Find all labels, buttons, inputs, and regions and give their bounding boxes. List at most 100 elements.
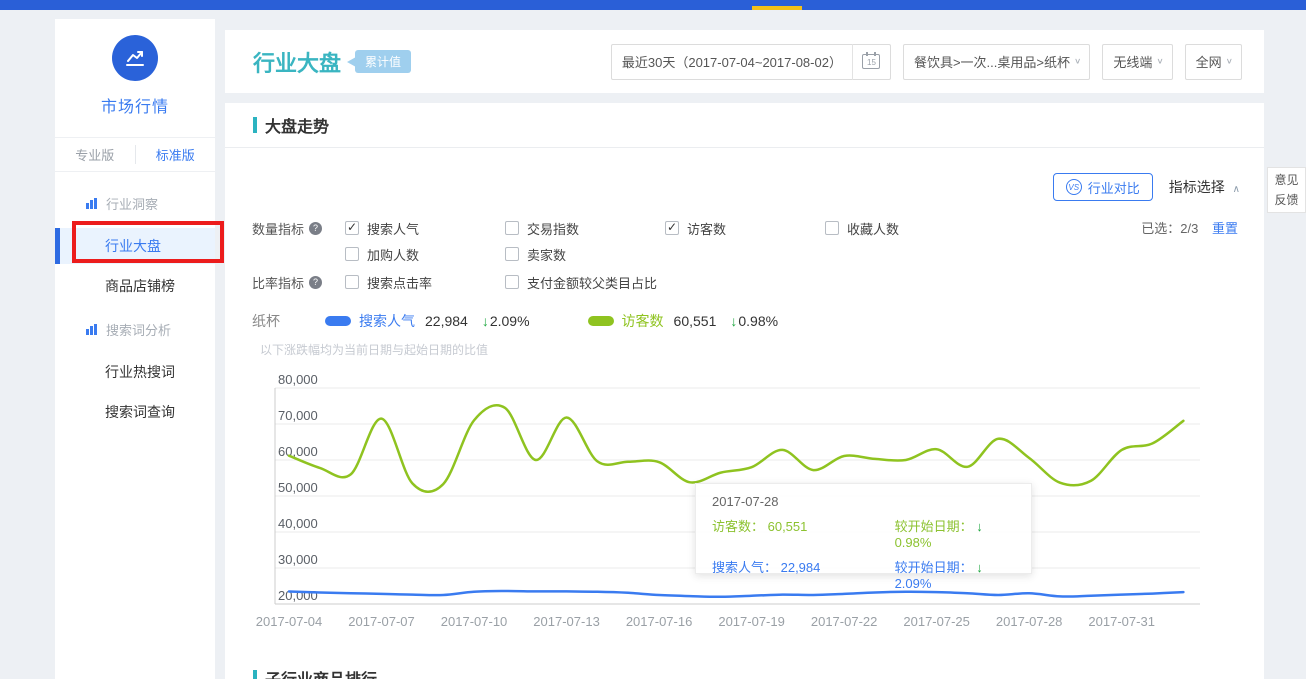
chart-note: 以下涨跌幅均为当前日期与起始日期的比值: [260, 341, 488, 358]
section-marker: [253, 117, 257, 133]
checkbox-label: 搜索点击率: [367, 273, 432, 292]
section-title: 大盘走势: [265, 113, 329, 137]
checkbox-icon: [665, 221, 679, 235]
scope-label: 全网: [1186, 52, 1222, 71]
sidebar-group-label: 行业洞察: [106, 194, 158, 213]
tooltip-metric: 搜索人气： 22,984: [712, 557, 895, 591]
sidebar-item-label: 行业热搜词: [105, 364, 175, 380]
legend-name: 访客数: [622, 311, 664, 331]
date-range-selector[interactable]: 最近30天（2017-07-04~2017-08-02） 15: [611, 44, 891, 80]
y-axis-label: 50,000: [278, 480, 318, 495]
filter-group-0: 数量指标? 搜索人气 交易指数访客数收藏人数加购人数卖家数: [252, 215, 985, 267]
checkbox-icon: [345, 221, 359, 235]
page-header: 行业大盘 累计值 最近30天（2017-07-04~2017-08-02） 15…: [225, 30, 1264, 93]
reset-link[interactable]: 重置: [1212, 221, 1238, 236]
trend-section-card: 大盘走势 VS 行业对比 指标选择 ∧ 已选：2/3 重置 数量指标?搜索人气交…: [225, 103, 1264, 679]
help-icon[interactable]: ?: [309, 276, 322, 289]
industry-compare-button[interactable]: VS 行业对比: [1053, 173, 1153, 201]
sidebar-menu: 行业洞察行业大盘商品店铺榜搜索词分析行业热搜词搜索词查询: [55, 172, 215, 430]
terminal-dropdown[interactable]: 无线端 ∨: [1102, 44, 1172, 80]
x-axis-label: 2017-07-16: [626, 614, 693, 629]
header-controls: 最近30天（2017-07-04~2017-08-02） 15 餐饮具>一次..…: [611, 44, 1242, 80]
sidebar-item-label: 行业大盘: [105, 238, 161, 254]
sidebar-group-3: 搜索词分析: [55, 308, 215, 350]
sidebar-item-2[interactable]: 商品店铺榜: [55, 268, 215, 304]
metric-select-toggle[interactable]: 指标选择 ∧: [1169, 177, 1240, 197]
terminal-label: 无线端: [1103, 52, 1152, 71]
feedback-label-line2: 反馈: [1268, 190, 1305, 210]
bar-chart-icon: [85, 323, 98, 336]
sidebar-item-4[interactable]: 行业热搜词: [55, 354, 215, 390]
page-title: 行业大盘: [253, 46, 341, 78]
top-nav-bar: [0, 0, 1306, 10]
arrow-down-icon: ↓: [976, 519, 983, 534]
vs-icon: VS: [1066, 179, 1082, 195]
checkbox-label: 搜索人气: [367, 219, 419, 238]
scope-dropdown[interactable]: 全网 ∨: [1185, 44, 1242, 80]
calendar-button[interactable]: 15: [852, 44, 890, 80]
arrow-down-icon: ↓: [730, 313, 737, 329]
x-axis-label: 2017-07-19: [718, 614, 785, 629]
section-header: 大盘走势: [225, 103, 1264, 148]
y-axis-label: 30,000: [278, 552, 318, 567]
x-axis-label: 2017-07-25: [903, 614, 970, 629]
y-axis-label: 60,000: [278, 444, 318, 459]
sidebar-item-5[interactable]: 搜索词查询: [55, 394, 215, 430]
filter-group-label: 比率指标?: [252, 269, 345, 295]
feedback-tab[interactable]: 意见 反馈: [1267, 167, 1306, 213]
version-tab-pro[interactable]: 专业版: [55, 145, 136, 164]
series-line-搜索人气: [289, 591, 1183, 597]
compare-button-label: 行业对比: [1088, 178, 1140, 197]
x-axis-label: 2017-07-28: [996, 614, 1062, 629]
arrow-down-icon: ↓: [976, 560, 983, 575]
date-range-label: 最近30天（2017-07-04~2017-08-02）: [612, 52, 852, 71]
tooltip-metric: 访客数： 60,551: [712, 516, 895, 550]
section-marker: [253, 670, 257, 679]
metric-checkbox-卖家数[interactable]: 卖家数: [505, 241, 665, 267]
y-axis-label: 40,000: [278, 516, 318, 531]
y-axis-label: 20,000: [278, 588, 318, 603]
metric-filters: 数量指标? 搜索人气 交易指数访客数收藏人数加购人数卖家数比率指标? 搜索点击率 支付金…: [252, 215, 985, 297]
chevron-down-icon: ∨: [1226, 57, 1233, 66]
metric-checkbox-搜索人气[interactable]: 搜索人气: [345, 215, 505, 241]
version-tab-standard[interactable]: 标准版: [136, 145, 216, 164]
checkbox-icon: [345, 275, 359, 289]
legend-value: 60,551: [674, 313, 717, 329]
checkbox-icon: [505, 221, 519, 235]
legend-change: 2.09%: [490, 313, 530, 329]
metric-checkbox-支付金额较父类目占比[interactable]: 支付金额较父类目占比: [505, 269, 665, 295]
filter-group-label: 数量指标?: [252, 215, 345, 241]
metric-checkbox-加购人数[interactable]: 加购人数: [345, 241, 505, 267]
sidebar-item-1[interactable]: 行业大盘: [55, 228, 215, 264]
x-axis-label: 2017-07-04: [256, 614, 323, 629]
next-section-title: 子行业商品排行: [265, 666, 377, 679]
chevron-down-icon: ∨: [1156, 57, 1163, 66]
y-axis-label: 70,000: [278, 408, 318, 423]
legend-swatch: [588, 316, 614, 326]
metric-checkbox-收藏人数[interactable]: 收藏人数: [825, 215, 985, 241]
metric-checkbox-搜索点击率[interactable]: 搜索点击率: [345, 269, 505, 295]
checkbox-icon: [345, 247, 359, 261]
chevron-up-icon: ∧: [1233, 184, 1240, 195]
help-icon[interactable]: ?: [309, 222, 322, 235]
next-section-header: 子行业商品排行: [253, 666, 377, 679]
legend-item-搜索人气[interactable]: 搜索人气22,984↓2.09%: [325, 311, 530, 331]
chart-legend: 纸杯搜索人气22,984↓2.09%访客数60,551↓0.98%: [252, 311, 836, 331]
legend-swatch: [325, 316, 351, 326]
checkbox-icon: [505, 247, 519, 261]
legend-item-访客数[interactable]: 访客数60,551↓0.98%: [588, 311, 779, 331]
checkbox-icon: [505, 275, 519, 289]
sidebar: 市场行情 专业版标准版 行业洞察行业大盘商品店铺榜搜索词分析行业热搜词搜索词查询: [55, 19, 215, 679]
category-dropdown[interactable]: 餐饮具>一次...桌用品>纸杯 ∨: [903, 44, 1090, 80]
y-axis-label: 80,000: [278, 375, 318, 387]
app-title: 市场行情: [55, 93, 215, 117]
category-label: 餐饮具>一次...桌用品>纸杯: [904, 52, 1070, 71]
metric-checkbox-访客数[interactable]: 访客数: [665, 215, 825, 241]
sidebar-group-0: 行业洞察: [55, 182, 215, 224]
trend-chart-logo-icon: [112, 35, 158, 81]
metric-checkbox-交易指数[interactable]: 交易指数: [505, 215, 665, 241]
sidebar-group-label: 搜索词分析: [106, 320, 171, 339]
series-line-访客数: [289, 405, 1183, 492]
tooltip-row-搜索人气: 搜索人气： 22,984较开始日期： ↓ 2.09%: [712, 557, 1015, 591]
checkbox-label: 支付金额较父类目占比: [527, 273, 657, 292]
